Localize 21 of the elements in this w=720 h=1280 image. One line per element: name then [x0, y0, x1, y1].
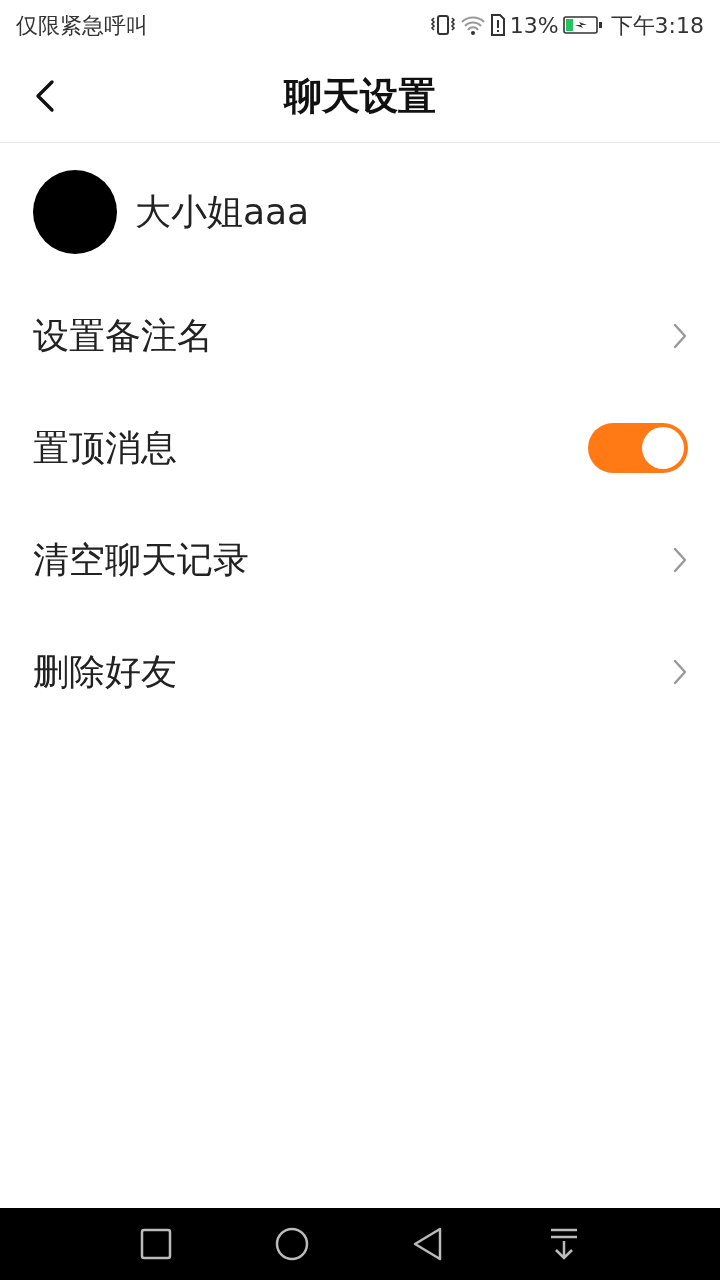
toggle-switch[interactable] [588, 423, 688, 473]
page-title: 聊天设置 [284, 72, 436, 120]
chevron-right-icon[interactable] [672, 659, 688, 685]
wifi-icon [459, 14, 486, 36]
chevron-right-icon[interactable] [672, 323, 688, 349]
battery-percent: 13% [509, 11, 559, 40]
setting-label: 置顶消息 [33, 426, 177, 470]
setting-label: 设置备注名 [33, 314, 213, 358]
contact-name: 大小姐aaa [135, 189, 310, 234]
notification-pull-icon[interactable] [550, 1228, 578, 1260]
setting-label: 清空聊天记录 [33, 538, 249, 582]
battery-charging-icon [562, 14, 603, 36]
vibrate-icon [429, 14, 456, 36]
home-icon[interactable] [275, 1227, 309, 1261]
carrier-text: 仅限紧急呼叫 [16, 11, 148, 40]
sim-alert-icon [489, 14, 506, 36]
setting-label: 删除好友 [33, 650, 177, 694]
clock-time: 下午3:18 [610, 11, 704, 40]
back-nav-icon[interactable] [412, 1227, 444, 1261]
recents-icon[interactable] [140, 1228, 172, 1260]
chevron-right-icon[interactable] [672, 547, 688, 573]
